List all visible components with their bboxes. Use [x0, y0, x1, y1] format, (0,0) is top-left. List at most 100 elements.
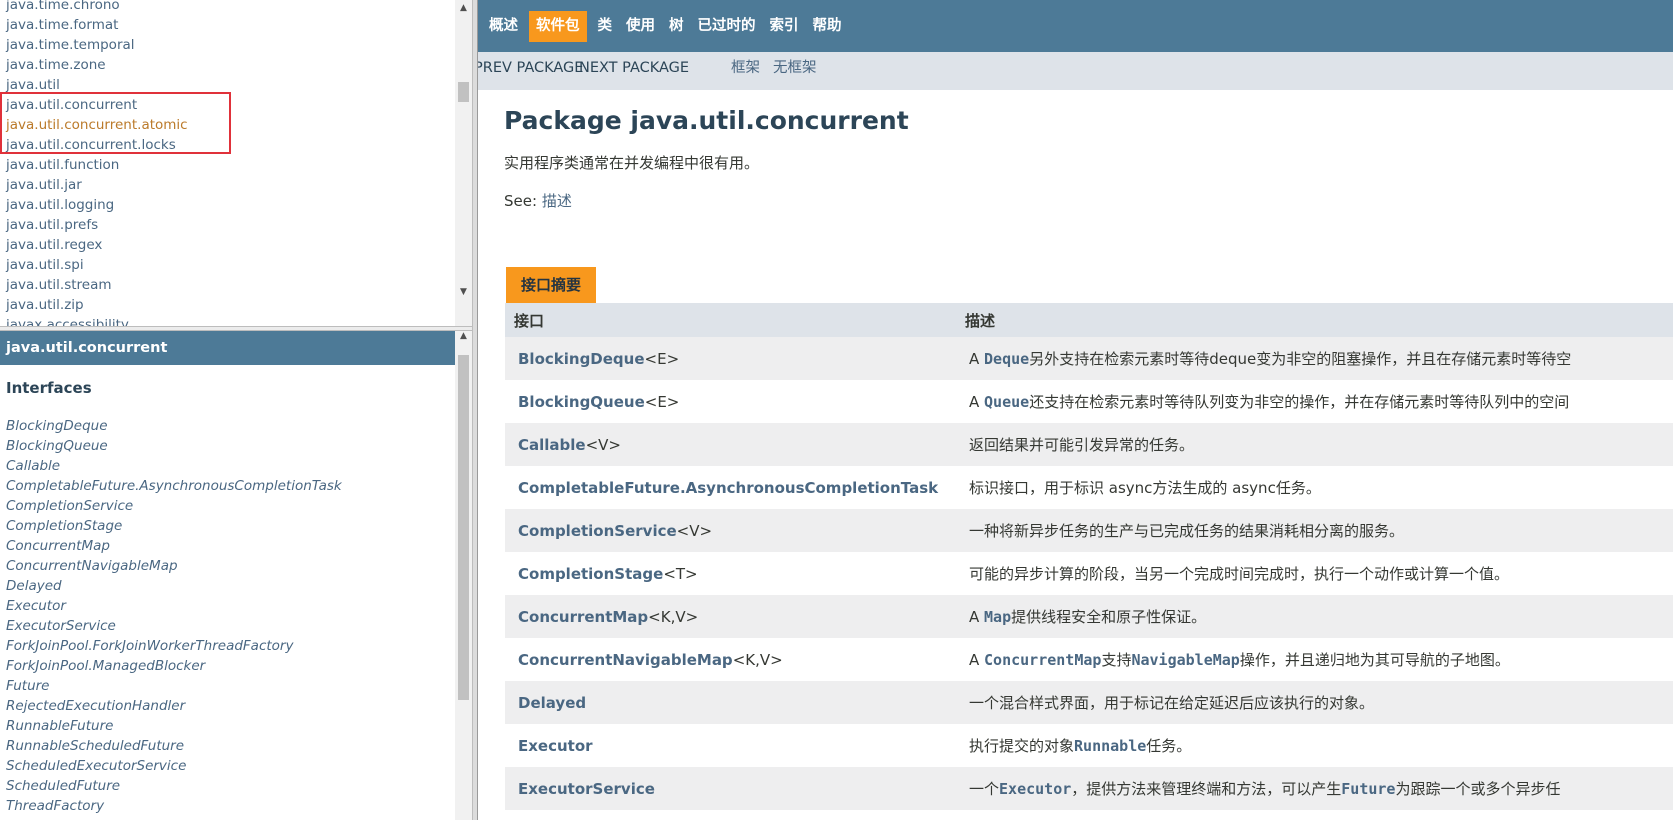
code-link[interactable]: Deque — [984, 350, 1029, 368]
interface-link[interactable]: ScheduledExecutorService — [6, 758, 186, 774]
package-list-item[interactable]: javax.accessibility — [6, 315, 188, 326]
package-link[interactable]: java.util.concurrent — [6, 97, 137, 113]
package-link[interactable]: java.util.jar — [6, 177, 82, 193]
package-link[interactable]: java.util.zip — [6, 297, 84, 313]
package-list-item[interactable]: java.util.spi — [6, 255, 188, 275]
interface-link[interactable]: RunnableScheduledFuture — [6, 738, 184, 754]
frames-link-text[interactable]: 框架 — [731, 60, 760, 76]
interface-list-item[interactable]: CompletionStage — [6, 516, 342, 536]
package-link[interactable]: java.util.logging — [6, 197, 114, 213]
scroll-thumb[interactable] — [458, 355, 469, 700]
interface-link[interactable]: Executor — [6, 598, 66, 614]
package-list-item[interactable]: java.time.format — [6, 15, 188, 35]
frames-link[interactable]: 框架 — [731, 52, 760, 84]
package-link[interactable]: java.util.prefs — [6, 217, 98, 233]
top-nav-item[interactable]: 软件包 — [529, 11, 587, 42]
package-link[interactable]: javax.accessibility — [6, 317, 129, 326]
package-list-item[interactable]: java.util.jar — [6, 175, 188, 195]
interface-link[interactable]: ThreadFactory — [6, 798, 104, 814]
package-frame-title[interactable]: java.util.concurrent — [0, 331, 455, 365]
interface-link[interactable]: Callable — [6, 458, 60, 474]
interface-name-link[interactable]: BlockingDeque — [518, 350, 645, 368]
package-link[interactable]: java.util.function — [6, 157, 119, 173]
code-link[interactable]: Queue — [984, 393, 1029, 411]
package-list-item[interactable]: java.util.zip — [6, 295, 188, 315]
interface-link[interactable]: CompletionService — [6, 498, 133, 514]
scroll-down-arrow-icon[interactable]: ▼ — [455, 284, 472, 301]
package-list-item[interactable]: java.time.zone — [6, 55, 188, 75]
interface-link[interactable]: ConcurrentNavigableMap — [6, 558, 178, 574]
interface-name-link[interactable]: Executor — [518, 737, 593, 755]
code-link[interactable]: NavigableMap — [1131, 651, 1239, 669]
no-frames-link[interactable]: 无框架 — [773, 52, 817, 84]
package-link[interactable]: java.util.concurrent.locks — [6, 137, 176, 153]
interface-link[interactable]: ForkJoinPool.ForkJoinWorkerThreadFactory — [6, 638, 293, 654]
interface-link[interactable]: Delayed — [6, 578, 62, 594]
interface-list-item[interactable]: RunnableFuture — [6, 716, 342, 736]
top-nav-item[interactable]: 索引 — [763, 11, 806, 42]
interface-name-link[interactable]: ExecutorService — [518, 780, 655, 798]
package-link[interactable]: java.util.stream — [6, 277, 112, 293]
package-list-item[interactable]: java.util.concurrent — [6, 95, 188, 115]
package-link[interactable]: java.time.chrono — [6, 0, 120, 13]
interface-name-link[interactable]: Callable — [518, 436, 586, 454]
package-list-item[interactable]: java.util — [6, 75, 188, 95]
interface-name-link[interactable]: ConcurrentMap — [518, 608, 648, 626]
interface-name-link[interactable]: CompletableFuture.AsynchronousCompletion… — [518, 479, 938, 497]
interface-name-link[interactable]: Delayed — [518, 694, 586, 712]
interface-link[interactable]: ExecutorService — [6, 618, 116, 634]
package-list-item[interactable]: java.util.concurrent.atomic — [6, 115, 188, 135]
interface-list-item[interactable]: ThreadFactory — [6, 796, 342, 816]
package-list-item[interactable]: java.util.regex — [6, 235, 188, 255]
package-link[interactable]: java.time.zone — [6, 57, 106, 73]
package-list-item[interactable]: java.util.stream — [6, 275, 188, 295]
package-list-item[interactable]: java.util.concurrent.locks — [6, 135, 188, 155]
interface-list-item[interactable]: CompletableFuture.AsynchronousCompletion… — [6, 476, 342, 496]
interface-link[interactable]: Future — [6, 678, 49, 694]
interface-list-item[interactable]: Callable — [6, 456, 342, 476]
top-nav-item[interactable]: 帮助 — [806, 11, 849, 42]
package-link[interactable]: java.util.regex — [6, 237, 102, 253]
interface-name-link[interactable]: CompletionStage — [518, 565, 663, 583]
code-link[interactable]: Future — [1341, 780, 1395, 798]
package-list-item[interactable]: java.util.logging — [6, 195, 188, 215]
package-contents-scrollbar[interactable]: ▲ — [455, 331, 472, 820]
package-list-item[interactable]: java.time.chrono — [6, 0, 188, 15]
code-link[interactable]: Map — [984, 608, 1011, 626]
interface-link[interactable]: RunnableFuture — [6, 718, 113, 734]
interface-list-item[interactable]: ForkJoinPool.ForkJoinWorkerThreadFactory — [6, 636, 342, 656]
interface-list-item[interactable]: Delayed — [6, 576, 342, 596]
interface-list-item[interactable]: ExecutorService — [6, 616, 342, 636]
no-frames-link-text[interactable]: 无框架 — [773, 60, 817, 76]
interface-list-item[interactable]: Executor — [6, 596, 342, 616]
code-link[interactable]: Executor — [999, 780, 1071, 798]
top-nav-item[interactable]: 已过时的 — [691, 11, 763, 42]
package-list-scrollbar[interactable]: ▲ ▼ — [455, 0, 472, 326]
package-link[interactable]: java.time.temporal — [6, 37, 135, 53]
interface-link[interactable]: ForkJoinPool.ManagedBlocker — [6, 658, 205, 674]
package-link[interactable]: java.util.spi — [6, 257, 84, 273]
interface-list-item[interactable]: ForkJoinPool.ManagedBlocker — [6, 656, 342, 676]
package-link[interactable]: java.time.format — [6, 17, 118, 33]
interface-list-item[interactable]: BlockingDeque — [6, 416, 342, 436]
interface-list-item[interactable]: BlockingQueue — [6, 436, 342, 456]
see-description-link[interactable]: 描述 — [542, 192, 572, 210]
top-nav-item[interactable]: 树 — [662, 11, 691, 42]
interface-link[interactable]: ConcurrentMap — [6, 538, 110, 554]
code-link[interactable]: Runnable — [1074, 737, 1146, 755]
package-list-item[interactable]: java.util.function — [6, 155, 188, 175]
interface-list-item[interactable]: CompletionService — [6, 496, 342, 516]
top-nav-item[interactable]: 概述 — [482, 11, 525, 42]
interface-list-item[interactable]: ConcurrentMap — [6, 536, 342, 556]
scroll-up-arrow-icon[interactable]: ▲ — [455, 0, 472, 17]
interface-link[interactable]: BlockingQueue — [6, 438, 108, 454]
code-link[interactable]: ConcurrentMap — [984, 651, 1101, 669]
interface-list-item[interactable]: ScheduledExecutorService — [6, 756, 342, 776]
top-nav-item[interactable]: 类 — [591, 11, 620, 42]
interface-list-item[interactable]: ConcurrentNavigableMap — [6, 556, 342, 576]
package-list-item[interactable]: java.time.temporal — [6, 35, 188, 55]
interface-list-item[interactable]: RejectedExecutionHandler — [6, 696, 342, 716]
package-link[interactable]: java.util — [6, 77, 60, 93]
scroll-up-arrow-icon[interactable]: ▲ — [455, 331, 472, 345]
scroll-thumb[interactable] — [458, 82, 469, 102]
